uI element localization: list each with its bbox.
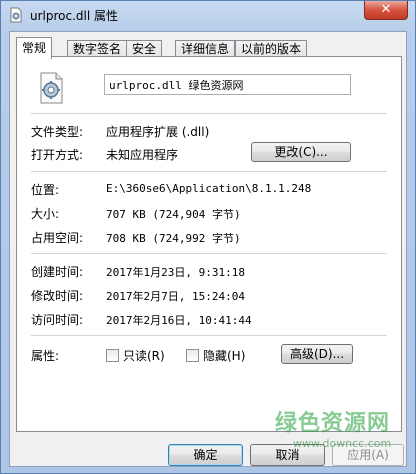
readonly-checkbox[interactable] (106, 349, 119, 362)
size-value: 707 KB (724,904 字节) (106, 208, 241, 221)
readonly-label[interactable]: 只读(R) (123, 347, 165, 364)
close-icon: ✕ (380, 2, 392, 17)
divider (31, 253, 387, 254)
ok-button[interactable]: 确定 (168, 444, 243, 466)
created-label: 创建时间: (31, 265, 84, 279)
dll-file-icon (8, 7, 24, 23)
location-label: 位置: (31, 183, 60, 197)
advanced-button[interactable]: 高级(D)... (281, 344, 353, 364)
size-on-disk-label: 占用空间: (31, 231, 84, 245)
title-bar[interactable]: urlproc.dll 属性 ✕ (1, 1, 415, 31)
file-type-label: 文件类型: (31, 125, 84, 139)
close-button[interactable]: ✕ (364, 1, 408, 20)
general-panel: urlproc.dll 绿色资源网 文件类型: 应用程序扩展 (.dll) 打开… (16, 56, 402, 432)
divider (31, 335, 387, 336)
hidden-label[interactable]: 隐藏(H) (203, 347, 245, 364)
properties-window: urlproc.dll 属性 ✕ 常规 数字签名 安全 详细信息 以前的版本 u… (0, 0, 416, 474)
hidden-checkbox[interactable] (186, 349, 199, 362)
modified-value: 2017年2月7日, 15:24:04 (106, 290, 245, 303)
divider (31, 171, 387, 172)
attributes-label: 属性: (31, 349, 60, 363)
tab-general[interactable]: 常规 (16, 37, 53, 59)
dll-file-icon (35, 71, 69, 105)
accessed-label: 访问时间: (31, 313, 84, 327)
cancel-button[interactable]: 取消 (250, 444, 325, 466)
file-type-value: 应用程序扩展 (.dll) (106, 125, 210, 139)
divider (31, 113, 387, 114)
modified-label: 修改时间: (31, 289, 84, 303)
change-button[interactable]: 更改(C)... (251, 142, 351, 162)
location-value: E:\360se6\Application\8.1.1.248 (106, 182, 312, 195)
size-on-disk-value: 708 KB (724,992 字节) (106, 232, 241, 245)
opens-with-value: 未知应用程序 (106, 148, 179, 162)
dialog-client: 常规 数字签名 安全 详细信息 以前的版本 urlproc.dll 绿色资源网 … (9, 31, 407, 467)
file-name-input[interactable]: urlproc.dll 绿色资源网 (104, 74, 351, 95)
opens-with-label: 打开方式: (31, 148, 84, 162)
apply-button[interactable]: 应用(A) (332, 444, 404, 466)
accessed-value: 2017年2月16日, 10:41:44 (106, 314, 252, 327)
window-title: urlproc.dll 属性 (30, 9, 119, 23)
size-label: 大小: (31, 207, 60, 221)
created-value: 2017年1月23日, 9:31:18 (106, 266, 245, 279)
